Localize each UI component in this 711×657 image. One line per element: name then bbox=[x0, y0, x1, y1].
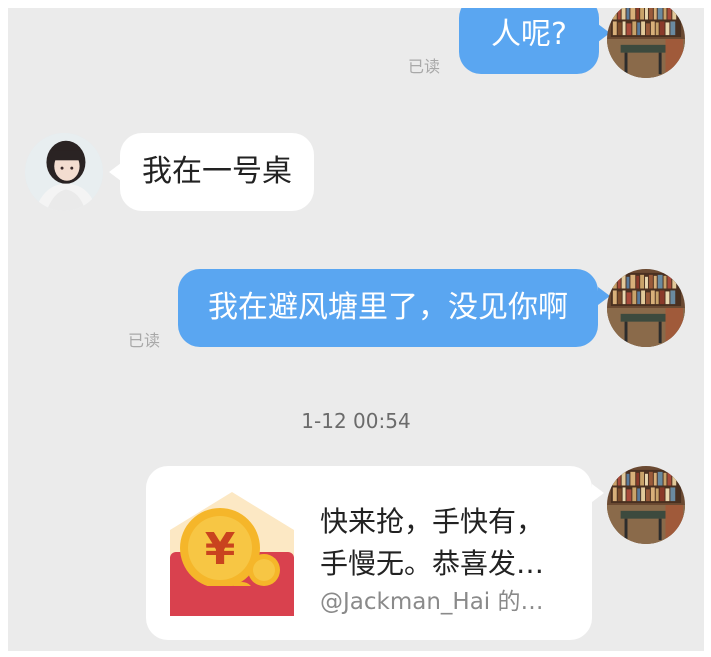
red-packet-sender: @Jackman_Hai 的… bbox=[320, 589, 544, 615]
bookshelf-room-avatar-icon bbox=[607, 8, 685, 78]
message-bubble-outgoing[interactable]: 我在避风塘里了，没见你啊 bbox=[178, 269, 598, 347]
bookshelf-room-avatar-icon bbox=[607, 269, 685, 347]
bookshelf-room-avatar-icon bbox=[607, 466, 685, 544]
red-packet-message-line2: 手慢无。恭喜发… bbox=[320, 547, 545, 580]
read-status: 已读 bbox=[408, 57, 441, 76]
self-avatar[interactable] bbox=[607, 466, 685, 544]
message-bubble-outgoing[interactable]: 人呢? bbox=[459, 8, 599, 74]
read-status: 已读 bbox=[128, 331, 161, 350]
bubble-tail bbox=[592, 484, 604, 502]
chat-area[interactable]: 已读 人呢? 我在一号桌 已读 我在避风塘里了，没见你啊 1-12 00:54 … bbox=[8, 8, 704, 651]
contact-avatar[interactable] bbox=[25, 133, 103, 211]
self-avatar[interactable] bbox=[607, 8, 685, 78]
svg-text:¥: ¥ bbox=[205, 524, 236, 575]
message-bubble-incoming[interactable]: 我在一号桌 bbox=[120, 133, 314, 211]
self-avatar[interactable] bbox=[607, 269, 685, 347]
girl-portrait-avatar-icon bbox=[25, 133, 103, 211]
red-packet-card[interactable]: ¥ 快来抢，手快有， 手慢无。恭喜发… @Jackman_Hai 的… bbox=[146, 466, 592, 640]
red-packet-message-line1: 快来抢，手快有， bbox=[320, 505, 545, 538]
red-envelope-coin-icon: ¥ bbox=[164, 486, 300, 622]
chat-timestamp: 1-12 00:54 bbox=[301, 409, 411, 433]
